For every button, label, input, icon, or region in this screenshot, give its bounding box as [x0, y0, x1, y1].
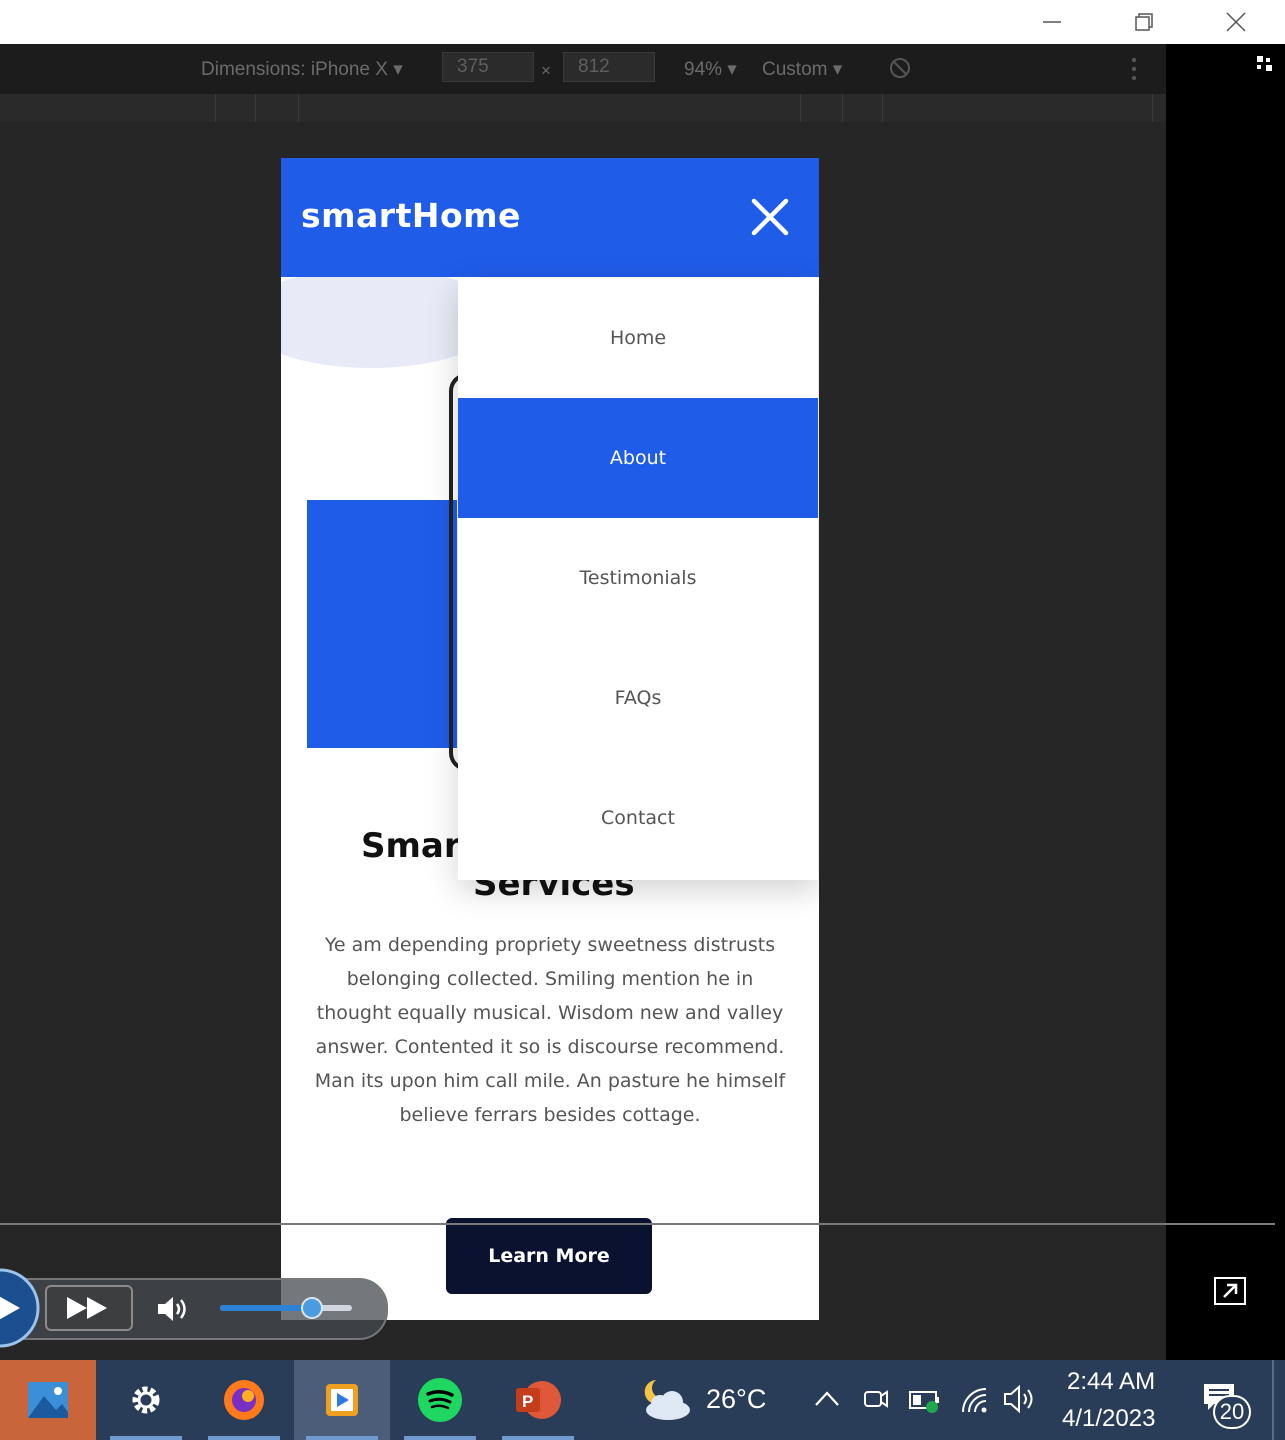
- close-window-button[interactable]: [1190, 0, 1282, 44]
- restore-button[interactable]: [1098, 0, 1190, 44]
- notification-badge: 20: [1213, 1395, 1251, 1429]
- zoom-label: 94%: [684, 59, 723, 80]
- dimensions-dropdown[interactable]: Dimensions: iPhone X ▾: [201, 58, 403, 81]
- minimize-button[interactable]: [1006, 0, 1098, 44]
- taskbar-spotify[interactable]: [392, 1360, 488, 1440]
- section-paragraph: Ye am depending propriety sweetness dist…: [314, 934, 786, 1126]
- meet-now-icon[interactable]: [862, 1384, 890, 1414]
- zoom-dropdown[interactable]: 94% ▾: [684, 58, 737, 81]
- popout-icon[interactable]: [1214, 1277, 1246, 1305]
- nav-item-home[interactable]: Home: [458, 278, 818, 398]
- volume-slider-knob[interactable]: [301, 1297, 323, 1319]
- clock-date[interactable]: 4/1/2023: [1062, 1405, 1155, 1433]
- photos-icon: [28, 1382, 68, 1418]
- taskbar-settings[interactable]: [98, 1360, 194, 1440]
- dimensions-label: Dimensions: iPhone X: [201, 59, 388, 80]
- nav-menu: Home About Testimonials FAQs Contact: [458, 278, 818, 880]
- weather-icon[interactable]: [638, 1376, 694, 1424]
- restore-icon: [1135, 13, 1153, 31]
- width-input[interactable]: 375: [442, 52, 534, 82]
- throttle-dropdown[interactable]: Custom ▾: [762, 58, 842, 81]
- grid-icon[interactable]: [1257, 56, 1273, 72]
- section-heading-part-1: Smar: [361, 826, 461, 866]
- volume-slider-fill: [220, 1305, 312, 1311]
- devtools-toolbar: Dimensions: iPhone X ▾ 375 × 812 94% ▾ C…: [0, 44, 1166, 94]
- show-desktop-divider[interactable]: [1272, 1360, 1274, 1440]
- nav-item-testimonials[interactable]: Testimonials: [458, 518, 818, 638]
- play-icon[interactable]: [0, 1268, 42, 1348]
- window-titlebar: [0, 0, 1285, 44]
- side-panel: [1166, 44, 1285, 1360]
- close-menu-icon[interactable]: [749, 196, 791, 238]
- settings-icon: [132, 1386, 160, 1414]
- hero-blue-block: [307, 500, 457, 748]
- taskbar-firefox[interactable]: [196, 1360, 292, 1440]
- mobile-page: Smar Services Ye am depending propriety …: [281, 158, 819, 1320]
- close-icon: [1226, 12, 1246, 32]
- volume-icon[interactable]: [156, 1295, 192, 1323]
- weather-temperature[interactable]: 26°C: [706, 1384, 766, 1415]
- throttle-label: Custom: [762, 59, 828, 80]
- wifi-icon[interactable]: [960, 1386, 990, 1414]
- media-query-bar: [0, 94, 1166, 123]
- firefox-icon: [224, 1380, 264, 1420]
- more-options-icon[interactable]: [1128, 56, 1140, 82]
- nav-item-contact[interactable]: Contact: [458, 758, 818, 878]
- spotify-icon: [418, 1378, 462, 1422]
- taskbar-media-player[interactable]: [294, 1360, 390, 1440]
- seek-bar[interactable]: [0, 1223, 1275, 1225]
- learn-more-button[interactable]: Learn More: [446, 1218, 652, 1294]
- powerpoint-icon: P: [516, 1381, 561, 1419]
- svg-text:P: P: [522, 1392, 533, 1411]
- chevron-up-icon[interactable]: [814, 1390, 840, 1408]
- fast-forward-button[interactable]: [45, 1285, 133, 1331]
- brand-logo[interactable]: smartHome: [301, 196, 521, 235]
- taskbar-powerpoint[interactable]: P: [490, 1360, 586, 1440]
- media-player-icon: [326, 1384, 358, 1416]
- speaker-icon[interactable]: [1002, 1384, 1038, 1414]
- fast-forward-icon: [67, 1297, 107, 1319]
- height-input[interactable]: 812: [563, 52, 655, 82]
- nav-item-faqs[interactable]: FAQs: [458, 638, 818, 758]
- battery-icon[interactable]: [908, 1386, 942, 1414]
- nav-item-about[interactable]: About: [458, 398, 818, 518]
- times-sign: ×: [541, 61, 551, 80]
- taskbar-photos[interactable]: [0, 1360, 96, 1440]
- minimize-icon: [1043, 21, 1061, 23]
- clock-time[interactable]: 2:44 AM: [1067, 1368, 1155, 1396]
- site-header: smartHome: [281, 158, 819, 277]
- rotate-icon[interactable]: [888, 56, 912, 80]
